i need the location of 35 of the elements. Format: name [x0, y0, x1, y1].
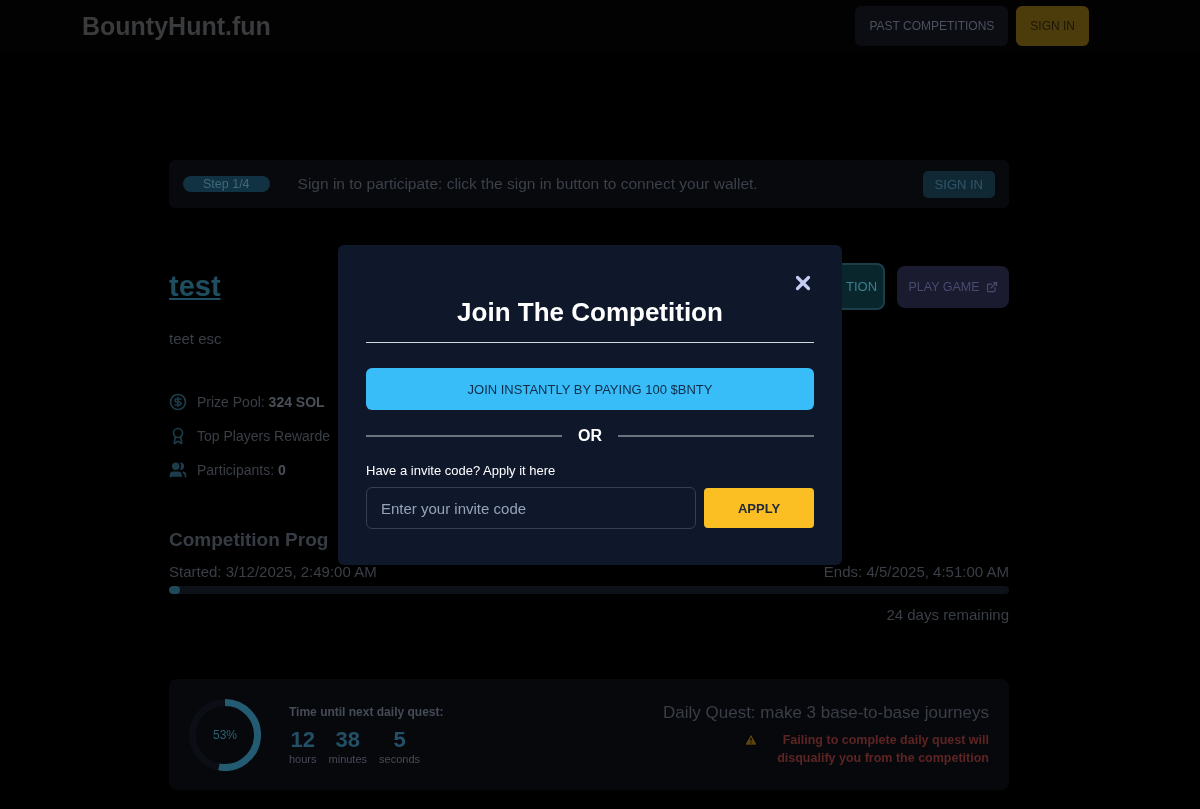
- competition-description: teet esc: [169, 330, 222, 347]
- competition-title[interactable]: test: [169, 270, 221, 303]
- play-game-button[interactable]: PLAY GAME: [897, 265, 1009, 308]
- stat-text: Participants: 0: [197, 462, 286, 478]
- countdown-unit: minutes: [328, 752, 368, 765]
- daily-quest-text: Daily Quest: make 3 base-to-base journeys: [663, 702, 989, 723]
- dialog-title: Join The Competition: [457, 296, 723, 328]
- section-heading: Competition Prog: [169, 529, 329, 551]
- countdown-value: 38: [335, 726, 361, 753]
- join-button[interactable]: TION: [842, 263, 885, 310]
- countdown-title: Time until next daily quest:: [289, 704, 444, 719]
- countdown-unit: hours: [289, 752, 317, 765]
- or-divider-text: OR: [578, 427, 602, 445]
- nav-button[interactable]: PAST COMPETITIONS: [855, 6, 1009, 46]
- countdown-value: 5: [393, 726, 406, 753]
- days-remaining: 24 days remaining: [886, 606, 1009, 623]
- stat-text: Top Players Rewarde: [197, 428, 331, 444]
- site-logo[interactable]: BountyHunt.fun: [82, 11, 271, 41]
- join-instantly-button[interactable]: JOIN INSTANTLY BY PAYING 100 $BNTY: [366, 368, 814, 410]
- invite-code-field[interactable]: Enter your invite code: [366, 487, 696, 529]
- apply-button[interactable]: APPLY: [704, 488, 814, 528]
- warning-text: Failing to complete daily quest will disqualify you from the competition: [776, 731, 989, 767]
- end-date: Ends: 4/5/2025, 4:51:00 AM: [823, 563, 1009, 580]
- step-message: Sign in to participate: click the sign in button to connect your wallet.: [297, 175, 758, 193]
- ring-percent: 53%: [213, 727, 237, 742]
- start-date: Started: 3/12/2025, 2:49:00 AM: [169, 563, 377, 580]
- countdown-unit: seconds: [379, 752, 421, 765]
- dollar-circle-icon: [169, 393, 187, 411]
- warning-icon: [744, 732, 758, 747]
- invite-label: Have a invite code? Apply it here: [366, 463, 556, 478]
- countdown-value: 12: [290, 726, 315, 753]
- stat-text: Prize Pool: 324 SOL: [197, 394, 325, 410]
- step-badge: Step 1/4: [183, 176, 270, 192]
- external-link-icon: [985, 280, 998, 293]
- users-icon: [169, 461, 187, 479]
